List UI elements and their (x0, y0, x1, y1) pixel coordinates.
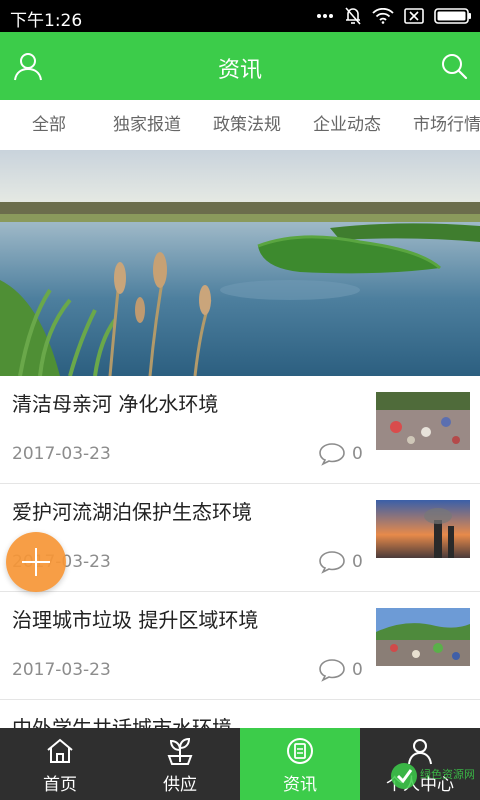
add-button[interactable] (6, 532, 66, 592)
sim-off-icon (404, 8, 424, 24)
tab-market[interactable]: 市场行情 (413, 100, 480, 150)
news-title: 清洁母亲河 净化水环境 (12, 392, 219, 416)
nav-news[interactable]: 资讯 (240, 728, 360, 800)
status-time: 下午1:26 (10, 11, 83, 31)
news-item[interactable]: 爱护河流湖泊保护生态环境 2017-03-23 0 (0, 484, 480, 592)
news-date: 2017-03-23 (12, 660, 111, 680)
comment-count: 0 (318, 442, 368, 466)
comment-bubble-icon (319, 659, 345, 682)
tab-policy[interactable]: 政策法规 (213, 100, 281, 150)
comment-count: 0 (318, 658, 368, 682)
news-title: 爱护河流湖泊保护生态环境 (12, 500, 252, 524)
nav-label: 资讯 (283, 775, 317, 795)
nav-supply[interactable]: 供应 (120, 728, 240, 800)
tab-all[interactable]: 全部 (32, 100, 66, 150)
nav-label: 供应 (163, 775, 197, 795)
search-icon[interactable] (440, 52, 468, 80)
status-bar: 下午1:26 (0, 0, 480, 32)
supply-icon (167, 737, 193, 765)
comment-bubble-icon (319, 443, 345, 466)
notifications-muted-icon (345, 7, 361, 25)
nav-label: 首页 (43, 775, 77, 795)
home-icon (47, 738, 73, 763)
tab-company-news[interactable]: 企业动态 (313, 100, 381, 150)
svg-text:绿色资源网: 绿色资源网 (420, 767, 474, 781)
comment-bubble-icon (319, 551, 345, 574)
news-icon (287, 738, 313, 764)
comment-count-value: 0 (352, 444, 363, 464)
battery-icon (434, 8, 471, 24)
tab-exclusive[interactable]: 独家报道 (113, 100, 181, 150)
watermark-logo: 绿色资源网 (388, 752, 475, 796)
status-icons (316, 5, 472, 27)
nav-home[interactable]: 首页 (0, 728, 120, 800)
news-item[interactable]: 治理城市垃圾 提升区域环境 2017-03-23 0 (0, 592, 480, 700)
news-title: 治理城市垃圾 提升区域环境 (12, 608, 259, 632)
news-thumbnail (376, 608, 470, 666)
category-tabs: 全部 独家报道 政策法规 企业动态 市场行情 (0, 100, 480, 150)
comment-count-value: 0 (352, 660, 363, 680)
news-item[interactable]: 清洁母亲河 净化水环境 2017-03-23 0 (0, 376, 480, 484)
comment-count: 0 (318, 550, 368, 574)
more-dots-icon (317, 14, 333, 18)
banner-image[interactable] (0, 150, 480, 376)
comment-count-value: 0 (352, 552, 363, 572)
news-thumbnail (376, 392, 470, 450)
app-header: 资讯 (0, 32, 480, 100)
news-thumbnail (376, 500, 470, 558)
wifi-icon (372, 8, 394, 24)
news-date: 2017-03-23 (12, 444, 111, 464)
page-title: 资讯 (217, 58, 262, 83)
